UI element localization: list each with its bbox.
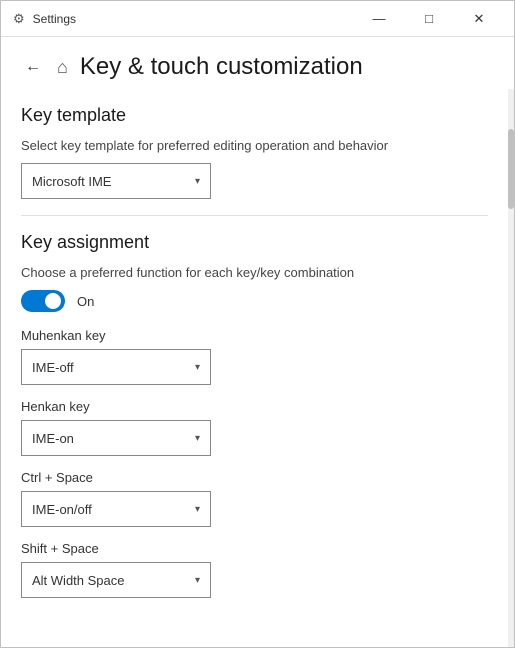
back-button[interactable]: ←	[21, 54, 45, 80]
henkan-dropdown-value: IME-on	[32, 431, 74, 446]
key-template-dropdown[interactable]: Microsoft IME ▾	[21, 163, 211, 199]
page-title: Key & touch customization	[80, 53, 363, 81]
muhenkan-dropdown-value: IME-off	[32, 360, 74, 375]
muhenkan-field-group: Muhenkan key IME-off ▾	[21, 328, 488, 385]
minimize-button[interactable]: —	[356, 4, 402, 34]
toggle-row: On	[21, 290, 488, 312]
back-icon: ←	[25, 58, 41, 76]
key-template-dropdown-value: Microsoft IME	[32, 174, 111, 189]
section-divider	[21, 215, 488, 216]
key-template-section-title: Key template	[21, 105, 488, 126]
main-content: Key template Select key template for pre…	[1, 89, 508, 647]
toggle-thumb	[45, 293, 61, 309]
shift-space-dropdown-arrow: ▾	[195, 575, 200, 586]
muhenkan-label: Muhenkan key	[21, 328, 488, 343]
maximize-button[interactable]: □	[406, 4, 452, 34]
shift-space-label: Shift + Space	[21, 541, 488, 556]
ctrl-space-field-group: Ctrl + Space IME-on/off ▾	[21, 470, 488, 527]
title-bar-controls: — □ ✕	[356, 4, 502, 34]
window-title: Settings	[33, 12, 76, 26]
muhenkan-dropdown-arrow: ▾	[195, 362, 200, 373]
close-button[interactable]: ✕	[456, 4, 502, 34]
henkan-field-group: Henkan key IME-on ▾	[21, 399, 488, 456]
ctrl-space-label: Ctrl + Space	[21, 470, 488, 485]
henkan-label: Henkan key	[21, 399, 488, 414]
ctrl-space-dropdown[interactable]: IME-on/off ▾	[21, 491, 211, 527]
key-assignment-section-title: Key assignment	[21, 232, 488, 253]
shift-space-dropdown-value: Alt Width Space	[32, 573, 125, 588]
title-bar: ⚙ Settings — □ ✕	[1, 1, 514, 37]
shift-space-field-group: Shift + Space Alt Width Space ▾	[21, 541, 488, 598]
title-bar-left: ⚙ Settings	[13, 11, 76, 27]
henkan-dropdown-arrow: ▾	[195, 433, 200, 444]
key-assignment-toggle[interactable]	[21, 290, 65, 312]
settings-icon: ⚙	[13, 11, 25, 27]
henkan-dropdown[interactable]: IME-on ▾	[21, 420, 211, 456]
scrollbar[interactable]	[508, 89, 514, 647]
ctrl-space-dropdown-value: IME-on/off	[32, 502, 92, 517]
key-template-dropdown-arrow: ▾	[195, 176, 200, 187]
home-icon: ⌂	[57, 57, 68, 78]
key-template-description: Select key template for preferred editin…	[21, 138, 488, 153]
toggle-label: On	[77, 294, 94, 309]
scrollbar-thumb	[508, 129, 514, 209]
key-assignment-description: Choose a preferred function for each key…	[21, 265, 488, 280]
nav-header: ← ⌂ Key & touch customization	[1, 37, 514, 89]
key-template-dropdown-container: Microsoft IME ▾	[21, 163, 488, 199]
content-area: Key template Select key template for pre…	[1, 89, 514, 647]
ctrl-space-dropdown-arrow: ▾	[195, 504, 200, 515]
settings-window: ⚙ Settings — □ ✕ ← ⌂ Key & touch customi…	[0, 0, 515, 648]
muhenkan-dropdown[interactable]: IME-off ▾	[21, 349, 211, 385]
shift-space-dropdown[interactable]: Alt Width Space ▾	[21, 562, 211, 598]
